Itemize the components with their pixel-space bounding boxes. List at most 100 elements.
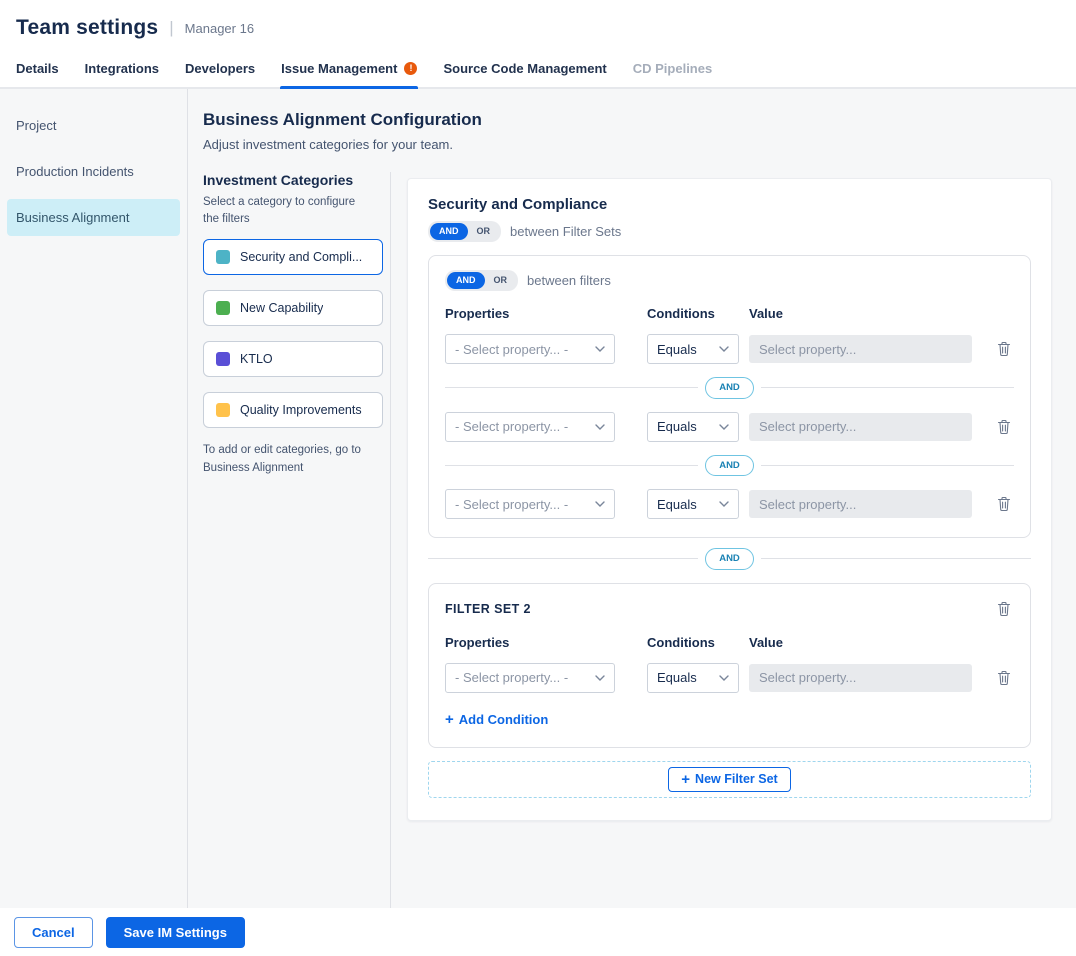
trash-icon [997,601,1011,617]
condition-select-value: Equals [657,497,697,512]
chevron-down-icon [719,675,729,681]
and-connector-pill: AND [705,548,754,570]
filter-sets-operator-row: AND OR between Filter Sets [428,221,1031,242]
tab-label: Source Code Management [443,61,606,76]
category-quality-improvements[interactable]: Quality Improvements [203,392,383,428]
delete-row-button[interactable] [994,667,1014,689]
category-label: KTLO [240,352,273,366]
filter-columns-header: Properties Conditions Value [445,635,1014,650]
tab-bar: Details Integrations Developers Issue Ma… [0,52,1076,89]
tab-label: Developers [185,61,255,76]
properties-column-header: Properties [445,635,615,650]
tab-details[interactable]: Details [15,52,60,87]
filters-operator-row: AND OR between filters [445,270,1014,291]
chevron-down-icon [595,675,605,681]
category-security-and-compliance[interactable]: Security and Compli... [203,239,383,275]
condition-select-value: Equals [657,670,697,685]
tab-issue-management[interactable]: Issue Management ! [280,52,418,87]
properties-column-header: Properties [445,306,615,321]
footer-actions: Cancel Save IM Settings [0,908,1076,956]
value-column-header: Value [749,635,783,650]
sidebar-item-project[interactable]: Project [7,107,180,144]
filter-set-2-title: FILTER SET 2 [445,602,531,616]
between-filter-sets-label: between Filter Sets [510,224,621,239]
content-area: Project Production Incidents Business Al… [0,89,1076,908]
main-panel: Business Alignment Configuration Adjust … [188,89,1076,908]
categories-title: Investment Categories [203,172,382,188]
delete-filter-set-button[interactable] [994,598,1014,620]
category-label: Quality Improvements [240,403,362,417]
category-new-capability[interactable]: New Capability [203,290,383,326]
add-condition-button[interactable]: + Add Condition [445,710,548,729]
between-filters-label: between filters [527,273,611,288]
value-input[interactable] [749,664,972,692]
chevron-down-icon [719,346,729,352]
new-filter-set-area: + New Filter Set [428,761,1031,798]
filter-set-2-header: FILTER SET 2 [445,598,1014,620]
tab-source-code-management[interactable]: Source Code Management [442,52,607,87]
and-connector-pill: AND [705,377,754,399]
property-select[interactable]: - Select property... - [445,663,615,693]
property-select[interactable]: - Select property... - [445,412,615,442]
sidebar-item-production-incidents[interactable]: Production Incidents [7,153,180,190]
condition-select-value: Equals [657,342,697,357]
categories-list: Security and Compli... New Capability KT… [203,239,382,428]
filter-columns-header: Properties Conditions Value [445,306,1014,321]
category-color-swatch [216,403,230,417]
team-settings-page: Team settings | Manager 16 Details Integ… [0,0,1076,956]
and-connector-pill: AND [705,455,754,477]
trash-icon [997,670,1011,686]
trash-icon [997,341,1011,357]
and-connector: AND [445,377,1014,399]
page-title: Team settings [16,16,158,40]
trash-icon [997,419,1011,435]
section-subtitle: Adjust investment categories for your te… [203,137,1052,152]
or-option[interactable]: OR [485,272,517,289]
property-select-value: - Select property... - [455,342,568,357]
and-filter-sets-connector: AND [428,548,1031,570]
plus-icon: + [681,772,690,787]
and-or-toggle[interactable]: AND OR [445,270,518,291]
tab-cd-pipelines: CD Pipelines [632,52,713,87]
cancel-button[interactable]: Cancel [14,917,93,948]
categories-note: To add or edit categories, go to Busines… [203,442,373,477]
category-color-swatch [216,352,230,366]
and-option[interactable]: AND [447,272,485,289]
warning-icon: ! [404,62,417,75]
property-select-value: - Select property... - [455,419,568,434]
save-button[interactable]: Save IM Settings [106,917,245,948]
delete-row-button[interactable] [994,493,1014,515]
or-option[interactable]: OR [468,223,500,240]
and-connector: AND [445,455,1014,477]
condition-select[interactable]: Equals [647,334,739,364]
category-ktlo[interactable]: KTLO [203,341,383,377]
condition-select[interactable]: Equals [647,412,739,442]
tab-label: Integrations [85,61,159,76]
condition-select[interactable]: Equals [647,663,739,693]
plus-icon: + [445,712,454,727]
filter-set-2-card: FILTER SET 2 Properties Conditions Value [428,583,1031,748]
tab-developers[interactable]: Developers [184,52,256,87]
delete-row-button[interactable] [994,416,1014,438]
and-or-toggle[interactable]: AND OR [428,221,501,242]
property-select[interactable]: - Select property... - [445,489,615,519]
tab-integrations[interactable]: Integrations [84,52,160,87]
value-input[interactable] [749,335,972,363]
category-label: Security and Compli... [240,250,362,264]
delete-row-button[interactable] [994,338,1014,360]
new-filter-set-button[interactable]: + New Filter Set [668,767,790,792]
filter-set-1-card: AND OR between filters Properties Condit… [428,255,1031,538]
chevron-down-icon [719,501,729,507]
chevron-down-icon [595,346,605,352]
condition-select-value: Equals [657,419,697,434]
config-panel-area: Security and Compliance AND OR between F… [391,172,1052,908]
sidebar-item-business-alignment[interactable]: Business Alignment [7,199,180,236]
and-option[interactable]: AND [430,223,468,240]
category-config-panel: Security and Compliance AND OR between F… [407,178,1052,821]
value-input[interactable] [749,413,972,441]
property-select[interactable]: - Select property... - [445,334,615,364]
filter-row: - Select property... - Equals [445,663,1014,693]
condition-select[interactable]: Equals [647,489,739,519]
value-input[interactable] [749,490,972,518]
title-divider: | [169,18,173,38]
